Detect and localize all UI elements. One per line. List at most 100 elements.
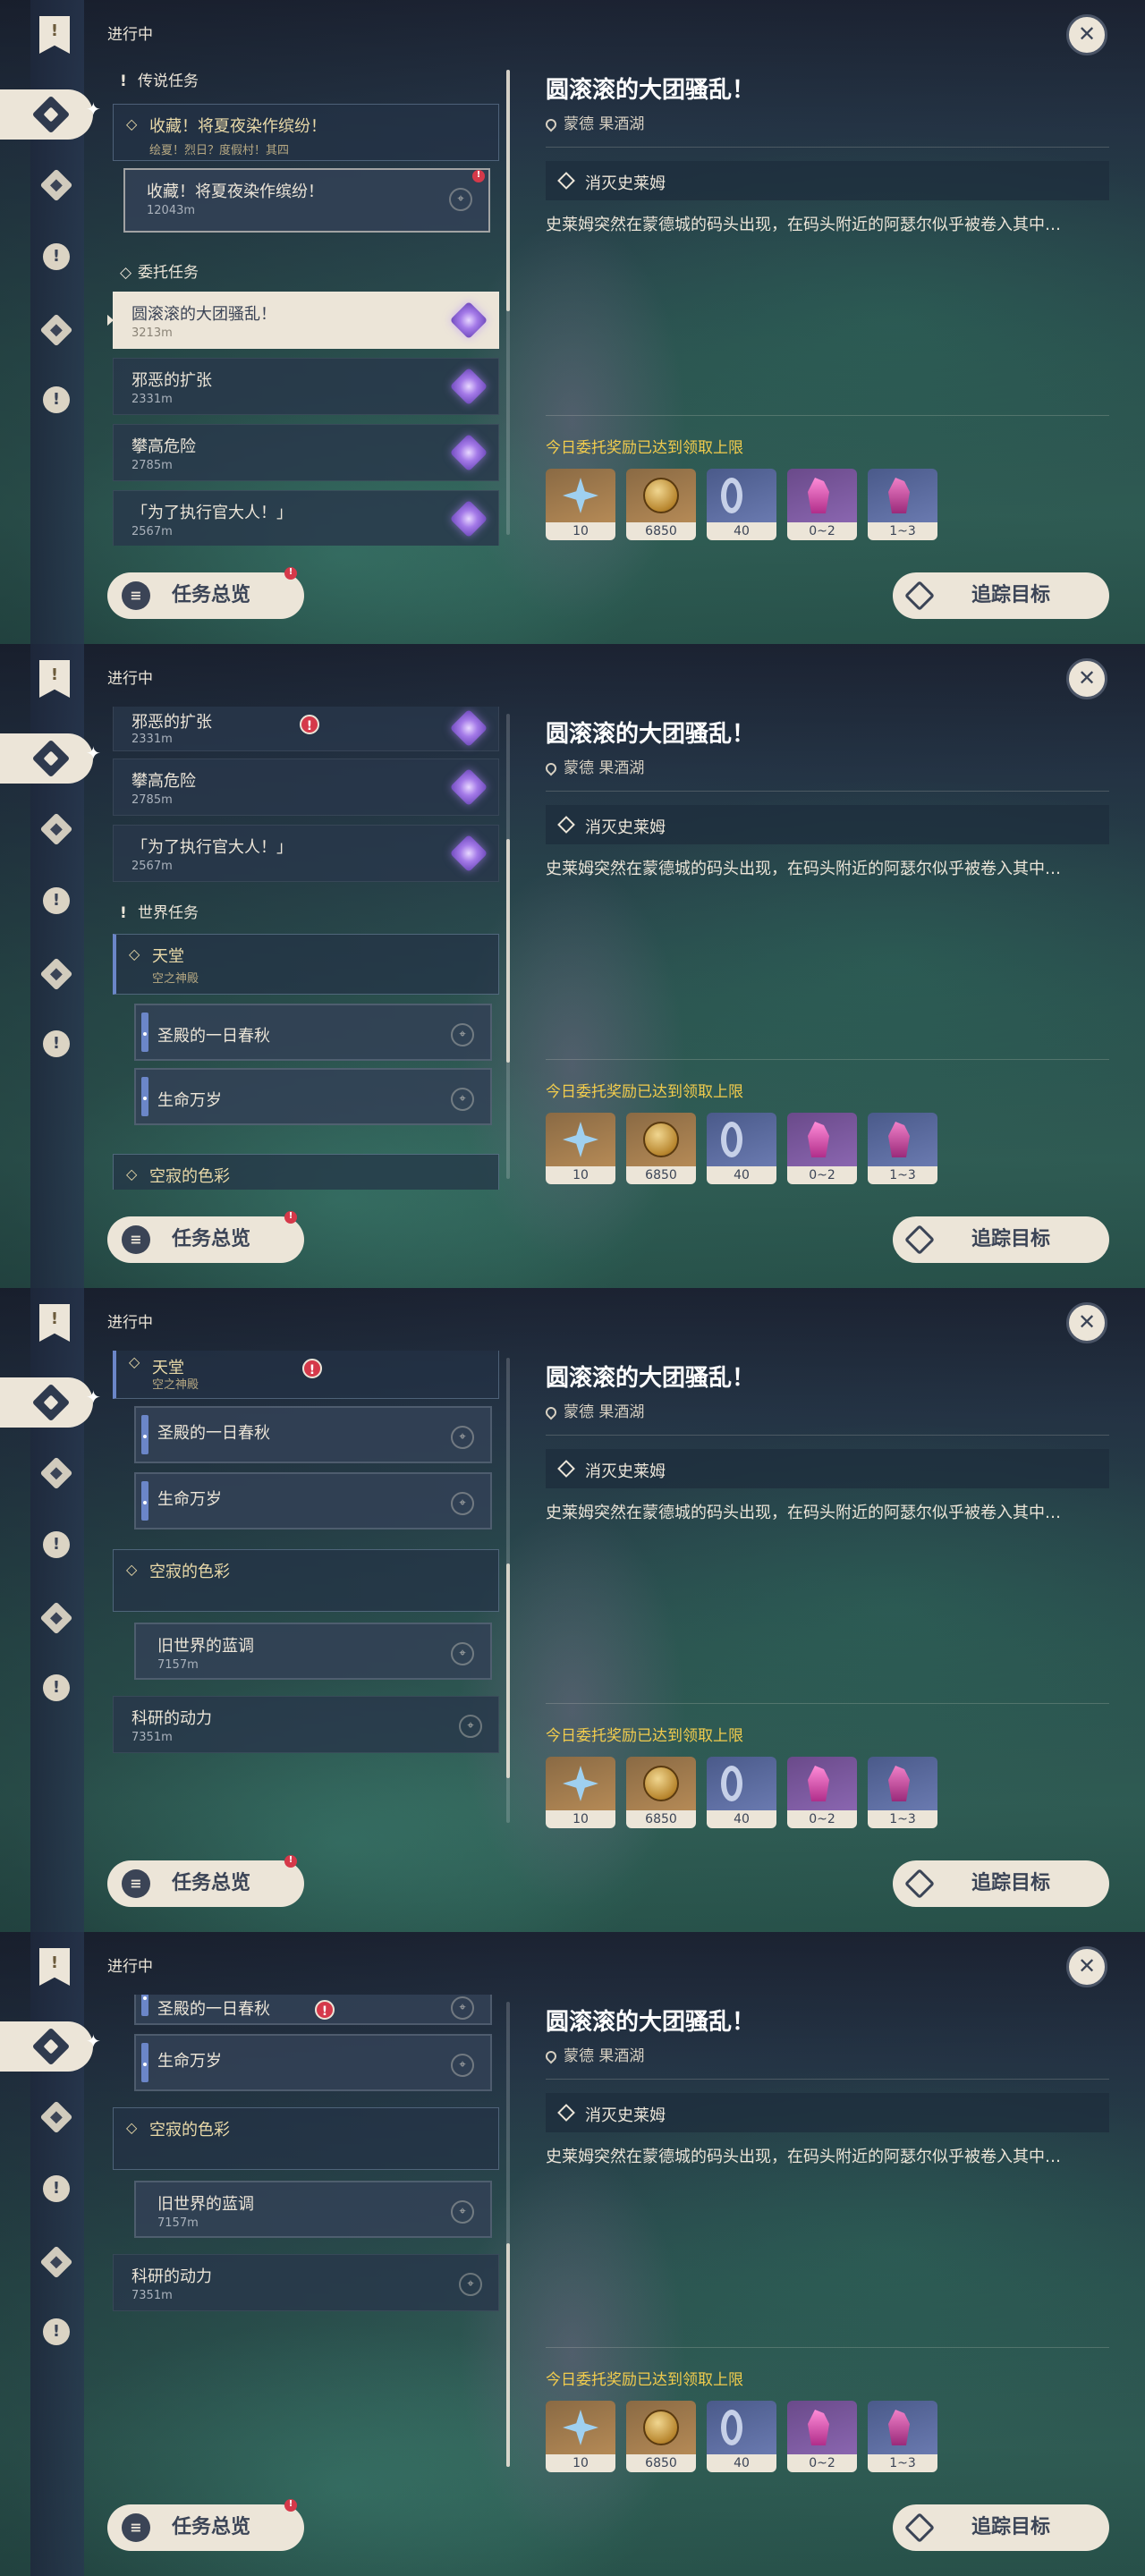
quest-list[interactable]: 圣殿的一日春秋 ! ⌖ 生命万岁 ⌖ ◇ 空寂的色彩 旧世界的蓝调 7157m … xyxy=(107,1995,501,2478)
map-pin-icon[interactable]: ⌖ xyxy=(459,2273,482,2296)
quest-row-world-sub[interactable]: 圣殿的一日春秋 ⌖ xyxy=(134,1406,492,1463)
quest-row-world-other[interactable]: 科研的动力 7351m ⌖ xyxy=(113,2254,499,2311)
rail-tab-event-icon[interactable]: ! xyxy=(43,2318,70,2345)
quest-row-world-sub[interactable]: 生命万岁 ⌖ xyxy=(134,2034,492,2091)
category-world: ! 世界任务 xyxy=(120,904,199,922)
objective-icon xyxy=(557,1460,575,1478)
map-pin-icon[interactable]: ⌖ xyxy=(451,1996,474,2020)
reward-primogem[interactable]: 10 xyxy=(546,469,615,540)
alert-badge-icon: ! xyxy=(315,2000,335,2020)
quest-row-world-sub[interactable]: 生命万岁 ⌖ xyxy=(134,1472,492,1530)
map-pin-icon[interactable]: ⌖ xyxy=(451,2054,474,2077)
quest-row-world-sub[interactable]: 生命万岁 ⌖ xyxy=(134,1068,492,1125)
track-objective-button[interactable]: 追踪目标 xyxy=(893,1860,1109,1907)
quest-row-commission[interactable]: 邪恶的扩张 2331m ! xyxy=(113,707,499,751)
quest-list[interactable]: ! 传说任务 ◇ 收藏！将夏夜染作缤纷！ 绘夏！烈日？度假村！其四 收藏！将夏夜染… xyxy=(107,63,501,546)
rail-tab-commission[interactable] xyxy=(0,89,93,140)
map-pin-icon[interactable]: ⌖ xyxy=(459,1715,482,1738)
reward-mora[interactable]: 6850 xyxy=(626,1113,696,1184)
quest-row-world-head2[interactable]: ◇ 空寂的色彩 xyxy=(113,2107,499,2170)
close-icon[interactable]: ✕ xyxy=(1066,1946,1107,1987)
map-pin-icon[interactable]: ⌖ xyxy=(451,1088,474,1111)
rail-tab-world-icon[interactable]: ! xyxy=(43,887,70,914)
rail-tab-event-icon[interactable]: ! xyxy=(43,1674,70,1701)
quest-row-world-head[interactable]: ◇ 天堂 空之神殿 ! xyxy=(113,1351,499,1399)
track-objective-button[interactable]: 追踪目标 xyxy=(893,572,1109,619)
primogem-icon xyxy=(563,1122,598,1157)
quest-screen-2: ✦ ◆ ! ◆ ! 进行中 邪恶的扩张 2331m ! 攀高危险 2785m 「… xyxy=(0,644,1145,1288)
list-scrollbar[interactable] xyxy=(506,1358,510,1823)
crystal-icon xyxy=(888,478,910,513)
quest-row-commission[interactable]: 「为了执行官大人！」 2567m xyxy=(113,490,499,546)
reward-crystal-fragment[interactable]: 0~2 xyxy=(787,2401,857,2472)
map-pin-icon[interactable]: ⌖ xyxy=(451,1426,474,1449)
close-icon[interactable]: ✕ xyxy=(1066,658,1107,699)
reward-adventure-exp[interactable]: 40 xyxy=(707,2401,776,2472)
reward-adventure-exp[interactable]: 40 xyxy=(707,469,776,540)
list-scrollbar[interactable] xyxy=(506,714,510,1179)
quest-row-world-head2[interactable]: ◇ 空寂的色彩 xyxy=(113,1154,499,1190)
overview-icon: ≡ xyxy=(122,1225,150,1254)
reward-mora[interactable]: 6850 xyxy=(626,1757,696,1828)
quest-row-legend-head[interactable]: ◇ 收藏！将夏夜染作缤纷！ 绘夏！烈日？度假村！其四 xyxy=(113,104,499,161)
quest-row-commission[interactable]: 攀高危险 2785m xyxy=(113,424,499,481)
quest-row-world-sub[interactable]: 圣殿的一日春秋 ⌖ xyxy=(134,1004,492,1061)
reward-crystal-fragment[interactable]: 0~2 xyxy=(787,1113,857,1184)
quest-row-commission-selected[interactable]: 圆滚滚的大团骚乱！ 3213m xyxy=(107,292,499,349)
map-pin-icon[interactable]: ⌖ xyxy=(451,2200,474,2224)
map-pin-icon[interactable]: ⌖ xyxy=(451,1492,474,1515)
quest-overview-button[interactable]: ≡ 任务总览! xyxy=(107,1855,304,1907)
list-scrollbar[interactable] xyxy=(506,2002,510,2467)
reward-mora[interactable]: 6850 xyxy=(626,469,696,540)
quest-row-world-head[interactable]: ◇ 天堂 空之神殿 xyxy=(113,934,499,995)
rail-tab-commission[interactable] xyxy=(0,1377,93,1428)
commission-star-icon xyxy=(449,767,488,807)
quest-row-world-other[interactable]: 科研的动力 7351m ⌖ xyxy=(113,1696,499,1753)
reward-crystal[interactable]: 1~3 xyxy=(868,469,937,540)
crystal-fragment-icon xyxy=(808,2410,829,2445)
map-pin-icon[interactable]: ⌖ xyxy=(451,1023,474,1046)
quest-row-commission[interactable]: 攀高危险 2785m xyxy=(113,758,499,816)
rail-tab-world-icon[interactable]: ! xyxy=(43,2175,70,2202)
list-scrollbar[interactable] xyxy=(506,70,510,535)
track-objective-button[interactable]: 追踪目标 xyxy=(893,1216,1109,1263)
rail-tab-world-icon[interactable]: ! xyxy=(43,243,70,270)
close-icon[interactable]: ✕ xyxy=(1066,14,1107,55)
reward-crystal-fragment[interactable]: 0~2 xyxy=(787,1757,857,1828)
quest-row-world-head2[interactable]: ◇ 空寂的色彩 xyxy=(113,1549,499,1612)
quest-row-commission[interactable]: 邪恶的扩张 2331m xyxy=(113,358,499,415)
quest-row-world-sub[interactable]: 圣殿的一日春秋 ! ⌖ xyxy=(134,1995,492,2025)
category-legend: ! 传说任务 xyxy=(120,72,199,90)
track-objective-button[interactable]: 追踪目标 xyxy=(893,2504,1109,2551)
reward-mora[interactable]: 6850 xyxy=(626,2401,696,2472)
rail-tab-commission[interactable] xyxy=(0,733,93,784)
quest-row-legend-sub[interactable]: 收藏！将夏夜染作缤纷！ 12043m ⌖ ! xyxy=(123,168,490,233)
rail-tab-event-icon[interactable]: ! xyxy=(43,1030,70,1057)
reward-primogem[interactable]: 10 xyxy=(546,1757,615,1828)
overview-icon: ≡ xyxy=(122,581,150,610)
crystal-fragment-icon xyxy=(808,1766,829,1801)
quest-list[interactable]: ◇ 天堂 空之神殿 ! 圣殿的一日春秋 ⌖ 生命万岁 ⌖ ◇ 空寂的色彩 旧世界… xyxy=(107,1351,501,1834)
rail-tab-commission[interactable] xyxy=(0,2021,93,2072)
reward-crystal[interactable]: 1~3 xyxy=(868,2401,937,2472)
reward-primogem[interactable]: 10 xyxy=(546,1113,615,1184)
quest-row-commission[interactable]: 「为了执行官大人！」 2567m xyxy=(113,825,499,882)
reward-adventure-exp[interactable]: 40 xyxy=(707,1113,776,1184)
quest-overview-button[interactable]: ≡ 任务总览! xyxy=(107,2499,304,2551)
quest-overview-button[interactable]: ≡ 任务总览! xyxy=(107,567,304,619)
quest-row-world-sub2[interactable]: 旧世界的蓝调 7157m ⌖ xyxy=(134,2181,492,2238)
map-pin-icon[interactable]: ⌖ xyxy=(449,188,472,211)
quest-list[interactable]: 邪恶的扩张 2331m ! 攀高危险 2785m 「为了执行官大人！」 2567… xyxy=(107,707,501,1190)
reward-crystal[interactable]: 1~3 xyxy=(868,1113,937,1184)
reward-adventure-exp[interactable]: 40 xyxy=(707,1757,776,1828)
rail-tab-world-icon[interactable]: ! xyxy=(43,1531,70,1558)
close-icon[interactable]: ✕ xyxy=(1066,1302,1107,1343)
commission-star-icon xyxy=(449,499,488,538)
quest-row-world-sub2[interactable]: 旧世界的蓝调 7157m ⌖ xyxy=(134,1623,492,1680)
reward-crystal[interactable]: 1~3 xyxy=(868,1757,937,1828)
reward-crystal-fragment[interactable]: 0~2 xyxy=(787,469,857,540)
reward-primogem[interactable]: 10 xyxy=(546,2401,615,2472)
quest-overview-button[interactable]: ≡ 任务总览! xyxy=(107,1211,304,1263)
map-pin-icon[interactable]: ⌖ xyxy=(451,1642,474,1665)
rail-tab-event-icon[interactable]: ! xyxy=(43,386,70,413)
